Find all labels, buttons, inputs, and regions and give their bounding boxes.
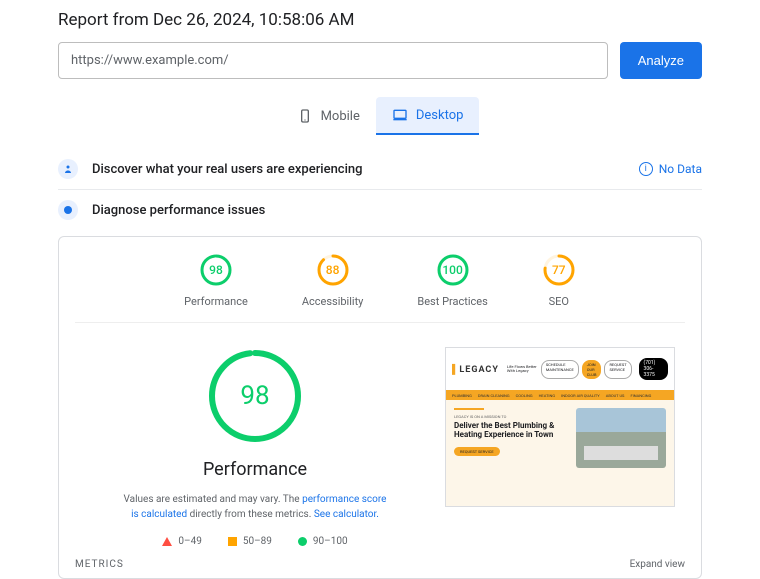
circle-icon — [298, 537, 307, 546]
calculator-link[interactable]: See calculator. — [314, 509, 379, 520]
score-legend: 0–49 50–89 90–100 — [162, 536, 347, 547]
score-label: Best Practices — [417, 295, 487, 308]
detail-row: 98 Performance Values are estimated and … — [75, 347, 685, 547]
performance-gauge: 98 — [206, 347, 304, 445]
metrics-label: METRICS — [75, 559, 124, 570]
tab-label: Desktop — [416, 108, 464, 123]
users-icon — [58, 159, 78, 179]
gauge-icon: 77 — [542, 253, 576, 287]
score-label: SEO — [549, 295, 569, 308]
triangle-icon — [162, 537, 172, 546]
section-title: Diagnose performance issues — [92, 203, 702, 218]
thumb-nav: PLUMBINGDRAIN CLEANINGCOOLINGHEATINGINDO… — [446, 390, 674, 400]
diagnose-icon — [58, 200, 78, 220]
legend-average: 50–89 — [228, 536, 272, 547]
report-title: Report from Dec 26, 2024, 10:58:06 AM — [58, 10, 702, 30]
legend-poor: 0–49 — [162, 536, 201, 547]
legend-good: 90–100 — [298, 536, 348, 547]
gauge-icon: 88 — [316, 253, 350, 287]
score-item-performance[interactable]: 98 Performance — [184, 253, 248, 308]
tab-mobile[interactable]: Mobile — [281, 97, 376, 135]
url-input[interactable] — [58, 42, 608, 79]
thumb-badges: SCHEDULE MAINTENANCE JOIN OUR CLUB REQUE… — [541, 360, 632, 379]
device-tabs: Mobile Desktop — [58, 97, 702, 135]
performance-description: Values are estimated and may vary. The p… — [120, 492, 390, 522]
gauge-icon: 100 — [436, 253, 470, 287]
gauge-icon: 98 — [199, 253, 233, 287]
performance-detail: 98 Performance Values are estimated and … — [85, 347, 425, 547]
section-diagnose: Diagnose performance issues — [58, 190, 702, 230]
url-row: Analyze — [58, 42, 702, 79]
tab-desktop[interactable]: Desktop — [376, 97, 480, 135]
page-screenshot: ▌LEGACY Life Flows Better With Legacy SC… — [445, 347, 675, 507]
tab-label: Mobile — [321, 109, 360, 124]
section-discover: Discover what your real users are experi… — [58, 149, 702, 190]
score-item-accessibility[interactable]: 88 Accessibility — [302, 253, 364, 308]
analyze-button[interactable]: Analyze — [620, 42, 702, 79]
score-item-seo[interactable]: 77 SEO — [542, 253, 576, 308]
thumb-hero-image — [576, 408, 666, 468]
score-item-best-practices[interactable]: 100 Best Practices — [417, 253, 487, 308]
no-data-label: No Data — [659, 162, 702, 176]
performance-title: Performance — [203, 459, 307, 480]
desktop-icon — [392, 107, 408, 123]
score-row: 98 Performance 88 Accessibility 100 Best Pr… — [75, 253, 685, 323]
diagnose-panel: 98 Performance 88 Accessibility 100 Best Pr… — [58, 236, 702, 579]
mobile-icon — [297, 108, 313, 124]
expand-view-link[interactable]: Expand view — [630, 559, 685, 570]
no-data-link[interactable]: i No Data — [639, 162, 702, 176]
section-title: Discover what your real users are experi… — [92, 162, 639, 177]
thumb-logo: ▌LEGACY — [452, 364, 499, 375]
square-icon — [228, 537, 237, 546]
score-label: Performance — [184, 295, 248, 308]
info-icon: i — [639, 162, 653, 176]
metrics-footer: METRICS Expand view — [75, 559, 685, 570]
score-label: Accessibility — [302, 295, 364, 308]
